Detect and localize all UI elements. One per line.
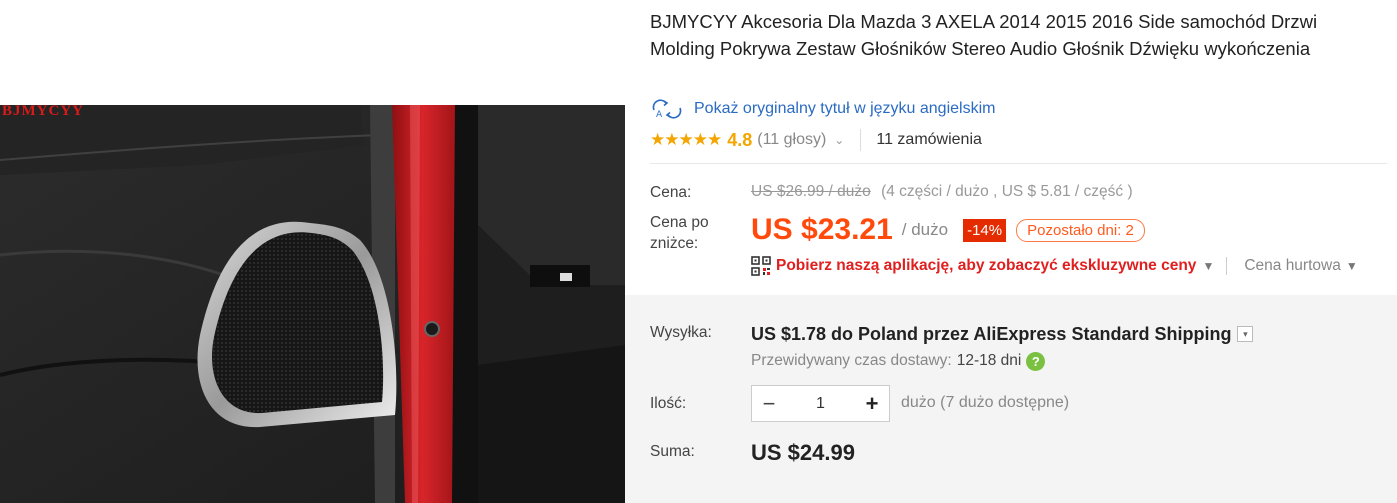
quantity-decrease-button[interactable]: − — [752, 386, 786, 421]
product-title: BJMYCYY Akcesoria Dla Mazda 3 AXELA 2014… — [650, 11, 1318, 59]
brand-watermark: BJMYCYY — [2, 103, 84, 119]
help-icon[interactable]: ? — [1026, 351, 1046, 371]
original-price: US $26.99 / dużo — [751, 183, 871, 200]
shipping-dropdown-button[interactable]: ▾ — [1237, 326, 1254, 342]
divider — [1226, 257, 1228, 275]
shipping-method: US $1.78 do Poland przez AliExpress Stan… — [751, 323, 1232, 344]
svg-text:A: A — [656, 110, 663, 120]
price-label: Cena: — [650, 184, 692, 201]
show-original-title-link[interactable]: Pokaż oryginalny tytuł w języku angielsk… — [694, 100, 995, 118]
rating-score: 4.8 — [727, 129, 753, 150]
delivery-time-row: Przewidywany czas dostawy: 12-18 dni ? — [751, 350, 1046, 372]
translate-icon: A — [650, 98, 684, 120]
quantity-availability: dużo (7 dużo dostępne) — [901, 394, 1070, 411]
days-left-badge: Pozostało dni: 2 — [1016, 218, 1145, 242]
caret-down-icon[interactable]: ▼ — [1202, 259, 1214, 273]
divider — [860, 129, 862, 151]
app-promo-row: Pobierz naszą aplikację, aby zobaczyć ek… — [751, 255, 1370, 277]
original-price-detail: (4 części / dużo , US $ 5.81 / część ) — [881, 183, 1133, 200]
original-price-row: US $26.99 / dużo (4 części / dużo , US $… — [751, 183, 1133, 201]
product-photo[interactable] — [0, 105, 625, 503]
show-original-title-row[interactable]: A Pokaż oryginalny tytuł w języku angiel… — [650, 98, 995, 120]
bulk-price-dropdown[interactable]: Cena hurtowa — [1244, 257, 1341, 275]
shipping-label: Wysyłka: — [650, 324, 712, 341]
quantity-input[interactable] — [786, 394, 855, 413]
discount-price: US $23.21 — [751, 213, 893, 246]
car-door-speaker-image — [0, 105, 625, 503]
shipping-quantity-box: Wysyłka: US $1.78 do Poland przez AliExp… — [625, 295, 1397, 503]
quantity-stepper: − + — [751, 385, 890, 422]
rating-votes-link[interactable]: (11 głosy) — [757, 131, 826, 149]
shipping-info: US $1.78 do Poland przez AliExpress Stan… — [751, 323, 1254, 345]
price-unit: / dużo — [901, 220, 949, 239]
discount-price-label: Cena po zniżce: — [650, 214, 709, 252]
rating-row: ★★★★★ 4.8 (11 głosy) ⌄ 11 zamówienia — [650, 128, 982, 152]
divider — [650, 163, 1387, 164]
total-label: Suma: — [650, 443, 695, 460]
orders-count: 11 zamówienia — [876, 131, 982, 148]
chevron-down-icon[interactable]: ⌄ — [834, 133, 844, 147]
qr-code-icon — [751, 256, 771, 276]
delivery-time-value: 12-18 dni — [956, 352, 1022, 369]
delivery-time-label: Przewidywany czas dostawy: — [751, 352, 952, 369]
star-rating-icon: ★★★★★ — [650, 130, 722, 149]
product-image-area: BJMYCYY — [0, 0, 625, 503]
quantity-label: Ilość: — [650, 395, 687, 412]
discount-badge: -14% — [963, 218, 1007, 242]
caret-down-icon[interactable]: ▼ — [1346, 259, 1358, 273]
total-price: US $24.99 — [751, 440, 855, 465]
discount-price-row: US $23.21 / dużo -14% Pozostało dni: 2 — [751, 211, 1145, 249]
quantity-increase-button[interactable]: + — [855, 386, 889, 421]
app-promo-link[interactable]: Pobierz naszą aplikację, aby zobaczyć ek… — [776, 257, 1196, 275]
